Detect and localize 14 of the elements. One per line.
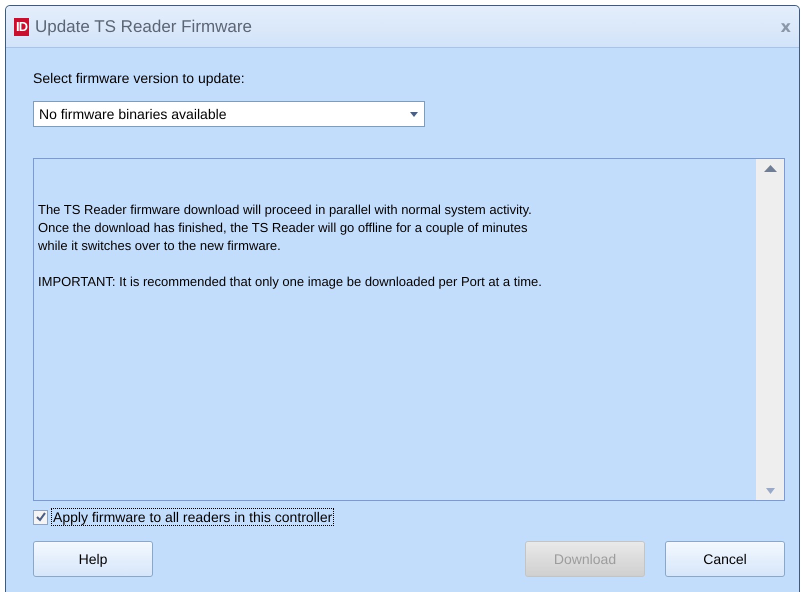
cancel-button[interactable]: Cancel (665, 541, 785, 577)
scroll-bar[interactable] (756, 159, 784, 500)
field-label: Select firmware version to update: (33, 70, 246, 86)
scroll-up-icon[interactable] (764, 165, 776, 172)
app-logo: ID (14, 18, 29, 36)
info-paragraph: The TS Reader firmware download will proceed in parallel with normal system activity. Once the download has finished, the TS Reader will go offline for a couple of minutes while it switches over to the new firmware. (38, 201, 533, 255)
scroll-down-icon[interactable] (766, 488, 774, 494)
checkbox-label[interactable]: Apply firmware to all readers in this controller (51, 508, 334, 526)
version-dropdown[interactable]: No firmware binaries available (33, 101, 425, 127)
dropdown-arrow-icon (410, 112, 418, 116)
window-title: Update TS Reader Firmware (35, 16, 253, 36)
info-paragraph: IMPORTANT: It is recommended that only one image be downloaded per Port at a time. (38, 273, 543, 291)
checkbox[interactable] (33, 510, 48, 524)
help-button[interactable]: Help (33, 541, 153, 577)
